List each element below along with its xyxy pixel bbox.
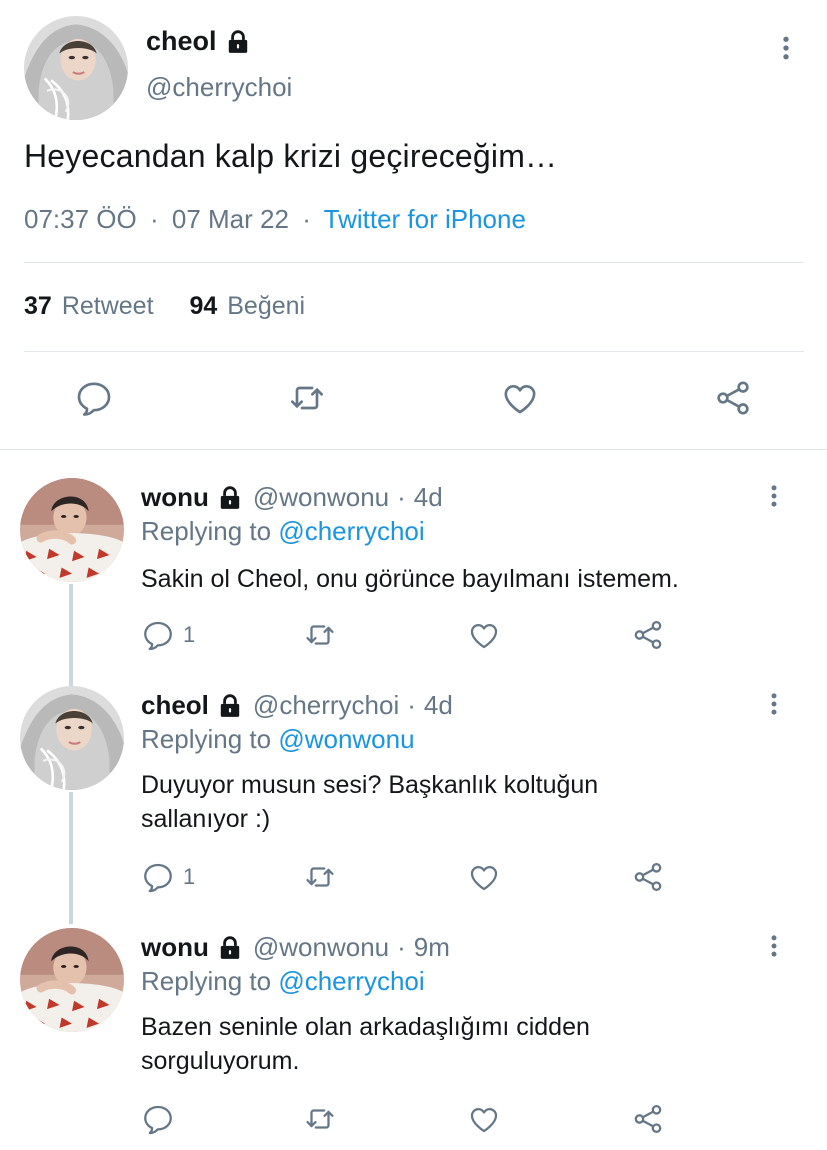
more-vertical-icon[interactable] [761,932,787,960]
display-name-text[interactable]: cheol [146,26,217,57]
like-stat[interactable]: 94 Beğeni [189,292,305,320]
replying-prefix: Replying to [141,516,272,546]
more-vertical-icon[interactable] [772,34,800,62]
more-vertical-icon[interactable] [761,482,787,510]
divider [24,351,804,352]
share-icon[interactable] [713,378,753,418]
meta-separator: · [149,204,159,234]
tweet-text: Heyecandan kalp krizi geçireceğim… [24,138,558,174]
reply-text: Bazen seninle olan arkadaşlığımı cidden … [141,1013,590,1075]
avatar[interactable] [20,478,124,582]
reply-text: Duyuyor musun sesi? Başkanlık koltuğun s… [141,771,599,833]
main-tweet: cheol @cherrychoi Heyecandan kalp krizi … [0,0,827,450]
reply-actions [141,1102,681,1138]
replying-prefix: Replying to [141,724,272,754]
share-icon[interactable] [631,860,665,894]
retweet-label: Retweet [61,292,154,320]
tweet-actions [0,378,827,422]
meta-separator: · [397,932,406,962]
like-count: 94 [189,292,218,320]
tweet-stats: 37 Retweet 94 Beğeni [24,292,305,321]
tweet-time[interactable]: 07:37 ÖÖ [24,204,137,234]
time-ago[interactable]: 4d [414,482,443,513]
reply-icon[interactable] [141,860,175,894]
user-handle[interactable]: @cherrychoi [253,690,399,721]
meta-separator: · [397,482,406,512]
reply-icon[interactable] [74,378,114,418]
reply-count: 1 [183,622,196,647]
retweet-icon[interactable] [287,378,327,418]
reply-actions: 1 [141,860,681,896]
user-handle[interactable]: @cherrychoi [146,72,292,103]
replying-prefix: Replying to [141,966,272,996]
share-icon[interactable] [631,1102,665,1136]
share-icon[interactable] [631,618,665,652]
retweet-count: 37 [24,292,52,320]
thread-line [69,792,73,924]
user-handle[interactable]: @wonwonu [253,932,389,963]
tweet-source[interactable]: Twitter for iPhone [324,204,526,234]
more-vertical-icon[interactable] [761,690,787,718]
like-icon[interactable] [467,618,501,652]
meta-separator: · [407,690,416,720]
retweet-icon[interactable] [303,1102,337,1136]
replying-to-handle[interactable]: @wonwonu [278,724,414,754]
display-name[interactable]: wonu [141,482,209,513]
reply-action[interactable]: 1 [141,618,195,652]
lock-icon [225,29,251,55]
replying-to: Replying to @cherrychoi [141,516,425,547]
reply-header: wonu @wonwonu · 9m [141,932,450,963]
retweet-icon[interactable] [303,860,337,894]
reply-actions: 1 [141,618,681,654]
tweet-meta: 07:37 ÖÖ · 07 Mar 22 · Twitter for iPhon… [24,204,526,235]
replying-to: Replying to @cherrychoi [141,966,425,997]
like-icon[interactable] [500,378,540,418]
retweet-icon[interactable] [303,618,337,652]
reply-icon[interactable] [141,618,175,652]
time-ago[interactable]: 4d [424,690,453,721]
user-handle[interactable]: @wonwonu [253,482,389,513]
reply-action[interactable]: 1 [141,860,195,894]
lock-icon [217,485,243,511]
time-ago[interactable]: 9m [414,932,450,963]
like-icon[interactable] [467,1102,501,1136]
reply-header: wonu @wonwonu · 4d [141,482,443,513]
tweet-date[interactable]: 07 Mar 22 [172,204,289,234]
replying-to-handle[interactable]: @cherrychoi [278,966,424,996]
reply-header: cheol @cherrychoi · 4d [141,690,453,721]
reply-text: Sakin ol Cheol, onu görünce bayılmanı is… [141,565,679,593]
reply-action[interactable] [141,1102,183,1136]
replying-to: Replying to @wonwonu [141,724,415,755]
avatar[interactable] [20,928,124,1032]
lock-icon [217,693,243,719]
like-icon[interactable] [467,860,501,894]
section-divider [0,449,827,450]
retweet-stat[interactable]: 37 Retweet [24,292,154,320]
display-name[interactable]: wonu [141,932,209,963]
divider [24,262,804,263]
replying-to-handle[interactable]: @cherrychoi [278,516,424,546]
avatar[interactable] [20,686,124,790]
lock-icon [217,935,243,961]
avatar[interactable] [24,16,128,120]
display-name[interactable]: cheol [141,690,209,721]
reply-icon[interactable] [141,1102,175,1136]
thread-line [69,584,73,686]
display-name[interactable]: cheol [146,26,251,57]
meta-separator: · [302,204,311,234]
reply-count: 1 [183,864,196,889]
like-label: Beğeni [227,292,306,320]
